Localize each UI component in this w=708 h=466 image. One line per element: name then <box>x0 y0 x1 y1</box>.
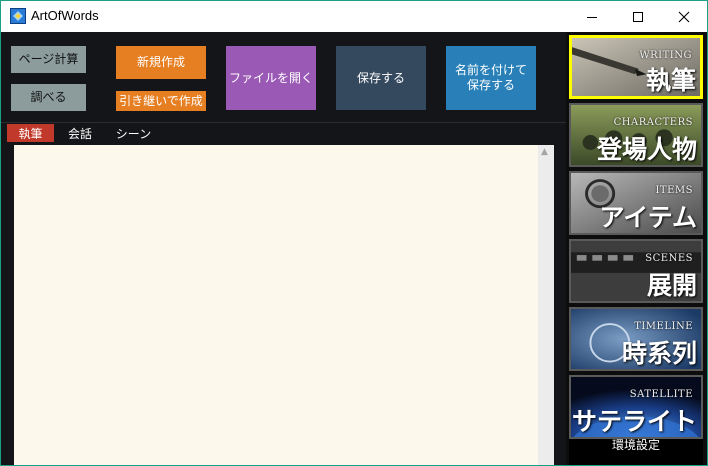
tile-satellite-jp: サテライト <box>571 407 697 436</box>
save-as-label-line2: 保存する <box>466 78 515 92</box>
scroll-up-icon[interactable]: ▲ <box>541 147 548 157</box>
nav-tile-satellite[interactable]: SATELLITE サテライト <box>569 375 703 439</box>
tab-conversation[interactable]: 会話 <box>59 124 101 142</box>
tile-timeline-jp: 時系列 <box>621 339 697 368</box>
toolbar-divider <box>1 122 566 123</box>
close-icon <box>678 11 690 22</box>
tile-scenes-jp: 展開 <box>646 271 697 300</box>
title-bar[interactable]: ArtOfWords <box>1 1 707 32</box>
page-calc-button[interactable]: ページ計算 <box>11 46 86 73</box>
tile-timeline-en: TIMELINE <box>634 321 693 332</box>
minimize-icon <box>587 16 597 18</box>
nav-tile-characters[interactable]: CHARACTERS 登場人物 <box>569 103 703 167</box>
nav-tile-timeline[interactable]: TIMELINE 時系列 <box>569 307 703 371</box>
tab-writing[interactable]: 執筆 <box>7 124 54 142</box>
editor-scrollbar[interactable]: ▲ <box>538 145 554 465</box>
lookup-button[interactable]: 調べる <box>11 84 86 111</box>
tile-items-en: ITEMS <box>655 185 693 196</box>
inherit-create-button[interactable]: 引き継いで作成 <box>116 91 206 111</box>
side-navigation: WRITING 執筆 CHARACTERS 登場人物 ITEMS アイテム SC… <box>566 32 707 465</box>
tile-characters-jp: 登場人物 <box>596 135 697 164</box>
tile-writing-jp: 執筆 <box>645 66 696 95</box>
app-window: ArtOfWords ページ計算 調べる 新規作成 引き継いで作成 ファイルを開… <box>0 0 708 466</box>
tile-scenes-en: SCENES <box>645 253 693 264</box>
tab-scene[interactable]: シーン <box>106 124 161 142</box>
settings-button[interactable]: 環境設定 <box>569 439 703 465</box>
new-create-button[interactable]: 新規作成 <box>116 46 206 79</box>
minimize-button[interactable] <box>569 1 615 32</box>
nav-tile-items[interactable]: ITEMS アイテム <box>569 171 703 235</box>
maximize-icon <box>633 11 643 22</box>
app-logo-icon <box>10 8 26 24</box>
maximize-button[interactable] <box>615 1 661 32</box>
main-panel: ページ計算 調べる 新規作成 引き継いで作成 ファイルを開く 保存する 名前を付… <box>1 32 566 465</box>
nav-tile-scenes[interactable]: SCENES 展開 <box>569 239 703 303</box>
save-as-label-line1: 名前を付けて <box>454 63 527 77</box>
tile-satellite-en: SATELLITE <box>629 389 693 400</box>
close-button[interactable] <box>661 1 707 32</box>
tile-items-jp: アイテム <box>599 203 697 232</box>
open-file-button[interactable]: ファイルを開く <box>226 46 316 110</box>
text-editor[interactable] <box>14 145 538 465</box>
tile-writing-en: WRITING <box>639 50 692 61</box>
window-title: ArtOfWords <box>31 8 99 23</box>
save-button[interactable]: 保存する <box>336 46 426 110</box>
save-as-button[interactable]: 名前を付けて 保存する <box>446 46 536 110</box>
nav-tile-writing[interactable]: WRITING 執筆 <box>569 35 703 99</box>
tile-characters-en: CHARACTERS <box>613 117 693 128</box>
